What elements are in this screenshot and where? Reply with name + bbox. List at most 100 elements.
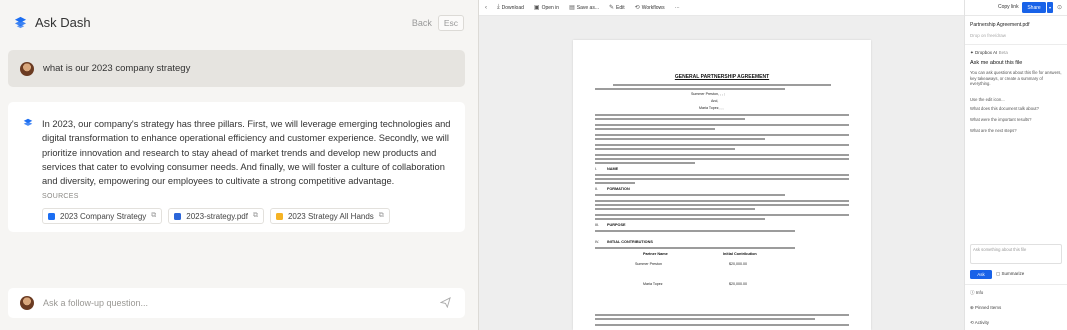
activity-label: Activity [974,320,990,325]
ask-button[interactable]: Ask [970,270,992,279]
sidebar-top-bar: Copy link Share ▾ ⊙ [965,0,1067,16]
source-chip[interactable]: 2023 Company Strategy ⧉ [42,208,163,224]
text-line [595,318,815,320]
save-icon: ▤ [569,5,575,11]
suggestion[interactable]: What were the important results? [970,117,1031,122]
text-line [595,178,849,180]
text-line [595,218,765,220]
description-field[interactable]: Drop on free/draw [970,33,1006,38]
table-header: Initial Contribution [723,252,757,256]
text-line [595,162,695,164]
esc-button[interactable]: Esc [437,15,464,31]
party-a: Summer Preston, , , ; [691,92,725,96]
info-label: Info [975,290,984,295]
text-line [595,204,849,206]
section-number: I. [595,167,597,171]
open-in-button[interactable]: ▣ Open in [533,4,560,12]
file-viewer: ‹ ⤓ Download ▣ Open in ▤ Save as... ✎ Edit ⟲… [479,0,1067,330]
ask-dash-title: Ask Dash [35,14,91,30]
file-name: Partnership Agreement.pdf [970,22,1030,28]
dropbox-ai-label: ✦ Dropbox AI Beta [970,50,1008,55]
user-query: what is our 2023 company strategy [8,50,465,87]
back-button[interactable]: Back [412,18,432,28]
text-line [595,154,849,156]
source-label: 2023 Company Strategy [60,211,147,221]
text-line [595,134,849,136]
text-line [595,128,715,130]
more-button[interactable]: ··· [675,5,680,11]
back-chevron-icon[interactable]: ‹ [485,5,487,11]
text-line [595,324,849,326]
file-sidebar: Copy link Share ▾ ⊙ Partnership Agreemen… [964,0,1067,330]
sources-label: SOURCES [42,193,79,200]
download-label: Download [501,4,524,11]
copy-link-button[interactable]: Copy link [998,4,1019,10]
ask-dash-panel: Ask Dash Back Esc what is our 2023 compa… [0,0,478,330]
help-icon[interactable]: ⊙ [1057,4,1062,11]
summarize-button[interactable]: ▢ Summarize [996,271,1024,277]
open-label: Open in [541,4,560,11]
text-line [595,230,795,232]
workflows-button[interactable]: ⟲ Workflows [634,4,665,12]
text-line [595,194,785,196]
text-line [595,174,849,176]
pinned-label: Pinned Items [975,305,1002,310]
ask-dash-header: Ask Dash Back Esc [0,0,478,44]
pinned-items-tab[interactable]: ⊕ Pinned Items [970,305,1001,311]
followup-input[interactable]: Ask a follow-up question... [8,288,465,318]
external-link-icon: ⧉ [151,212,157,219]
text-line [595,208,755,210]
partner-name: Summer Preston [635,262,662,266]
suggestion[interactable]: What does this document talk about? [970,106,1039,111]
pdf-icon [174,212,182,220]
avatar [20,296,34,310]
section-number: II. [595,187,598,191]
partner-name: Maria Topez [643,282,663,286]
external-link-icon: ⧉ [378,212,384,219]
text-line [595,114,849,116]
and-text: And, [711,99,719,103]
document-canvas[interactable]: GENERAL PARTNERSHIP AGREEMENT Summer Pre… [479,16,964,330]
query-text: what is our 2023 company strategy [43,63,191,74]
section-heading: NAME [607,167,619,171]
text-line [595,314,849,316]
suggestion[interactable]: Use the edit icon... [970,97,1005,102]
suggestion[interactable]: What are the next steps? [970,128,1017,133]
source-chip[interactable]: 2023-strategy.pdf ⧉ [168,208,264,224]
text-line [613,84,831,86]
edit-button[interactable]: ✎ Edit [609,4,625,12]
header-actions: Back Esc [412,15,464,31]
partner-contribution: $20,000.00 [729,262,747,266]
text-line [595,144,849,146]
section-number: IV. [595,240,600,244]
text-line [595,200,849,202]
avatar [20,61,34,76]
ask-file-input[interactable]: Ask something about this file [970,244,1062,264]
section-heading: INITIAL CONTRIBUTIONS [607,240,653,244]
workflow-icon: ⟲ [634,5,640,11]
download-button[interactable]: ⤓ Download [497,4,524,11]
save-as-button[interactable]: ▤ Save as... [569,4,599,12]
text-line [595,148,735,150]
activity-tab[interactable]: ⟲ Activity [970,320,989,326]
summarize-icon: ▢ [996,271,1001,276]
share-button[interactable]: Share [1022,2,1046,13]
text-line [595,88,785,90]
source-label: 2023 Strategy All Hands [287,211,374,221]
section-heading: FORMATION [607,187,630,191]
send-icon[interactable] [440,297,451,308]
open-icon: ▣ [533,5,540,11]
save-label: Save as... [576,4,599,11]
external-link-icon: ⧉ [252,212,258,219]
share-dropdown-icon[interactable]: ▾ [1047,2,1053,13]
source-label: 2023-strategy.pdf [186,211,248,221]
party-b: Maria Topez, , , [699,106,724,110]
text-line [595,118,745,120]
source-chip[interactable]: 2023 Strategy All Hands ⧉ [269,208,390,224]
section-number: III. [595,223,599,227]
info-tab[interactable]: ⓘ Info [970,290,983,296]
dash-logo-icon [14,16,27,28]
followup-placeholder: Ask a follow-up question... [43,298,149,308]
text-line [595,124,849,126]
summarize-label: Summarize [1001,271,1025,276]
